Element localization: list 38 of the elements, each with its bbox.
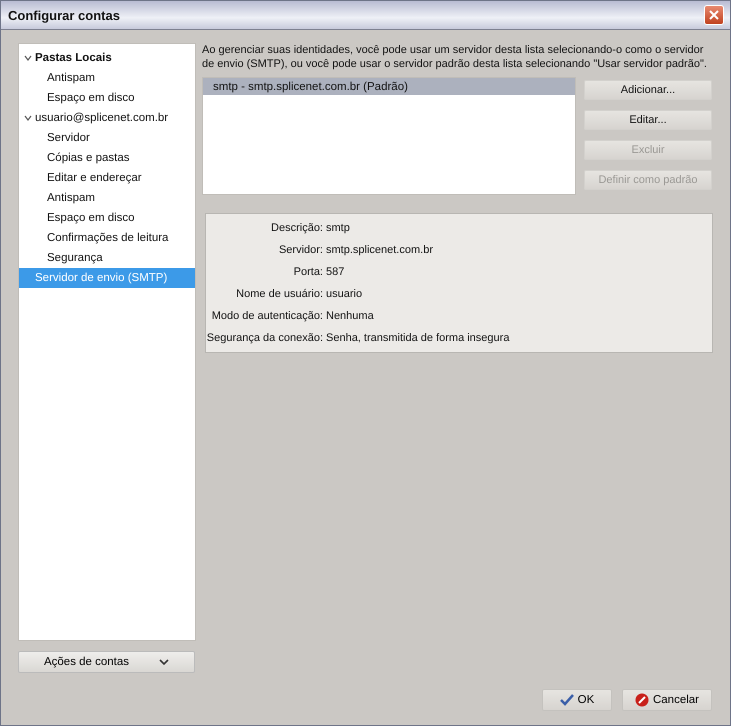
detail-label: Servidor:	[278, 243, 324, 258]
tree-item[interactable]: Segurança	[19, 248, 195, 268]
stop-icon	[634, 693, 649, 707]
cancel-button[interactable]: Cancelar	[622, 689, 712, 711]
check-icon	[560, 694, 574, 706]
tree-item[interactable]: Antispam	[19, 188, 195, 208]
server-list-item[interactable]: smtp - smtp.splicenet.com.br (Padrão)	[203, 78, 575, 95]
server-button[interactable]: Editar...	[584, 110, 712, 130]
account-actions-button[interactable]: Ações de contas	[18, 651, 195, 673]
close-icon	[708, 9, 720, 21]
window-title: Configurar contas	[8, 8, 120, 22]
tree-item[interactable]: Servidor	[19, 128, 195, 148]
detail-value: 587	[326, 265, 346, 280]
tree-item[interactable]: Espaço em disco	[19, 88, 195, 108]
detail-label: Segurança da conexão:	[206, 331, 324, 346]
detail-label: Descrição:	[270, 221, 324, 236]
caret-icon	[159, 658, 170, 666]
detail-value: usuario	[326, 287, 364, 302]
close-button[interactable]	[704, 5, 724, 25]
description-text: Ao gerenciar suas identidades, você pode usar um servidor desta lista selecionando-o como o servidor de envio (SMTP), ou você pode usar o servidor padrão desta lista selecionando "Usar servidor padrão".	[202, 43, 708, 71]
tree-item[interactable]: Cópias e pastas	[19, 148, 195, 168]
tree-item[interactable]: usuario@splicenet.com.br	[19, 108, 195, 128]
detail-value: Nenhuma	[326, 309, 375, 324]
tree-item[interactable]: Espaço em disco	[19, 208, 195, 228]
tree-item[interactable]: Editar e endereçar	[19, 168, 195, 188]
detail-value: smtp	[326, 221, 351, 236]
chevron-down-icon[interactable]	[24, 115, 32, 121]
detail-label: Modo de autenticação:	[210, 309, 324, 324]
ok-button[interactable]: OK	[542, 689, 612, 711]
detail-label: Nome de usuário:	[235, 287, 324, 302]
chevron-down-icon[interactable]	[24, 55, 32, 61]
detail-value: Senha, transmitida de forma insegura	[326, 331, 510, 346]
tree-item[interactable]: Pastas Locais	[19, 48, 195, 68]
tree-item[interactable]: Confirmações de leitura	[19, 228, 195, 248]
server-button[interactable]: Adicionar...	[584, 80, 712, 100]
detail-label: Porta:	[292, 265, 324, 280]
detail-value: smtp.splicenet.com.br	[326, 243, 434, 258]
tree-item[interactable]: Antispam	[19, 68, 195, 88]
